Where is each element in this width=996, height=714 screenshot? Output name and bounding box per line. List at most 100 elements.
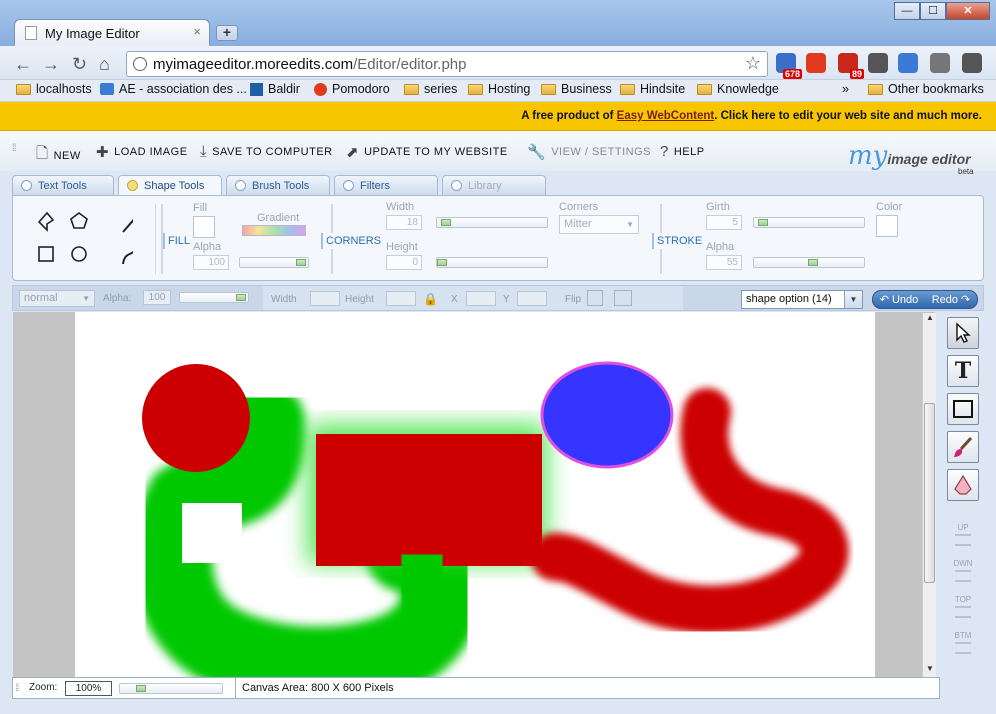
bookmark-star-icon[interactable]: ☆ [745, 53, 761, 74]
tab-brush-tools[interactable]: Brush Tools [226, 175, 330, 195]
corner-height-field[interactable]: 0 [386, 255, 422, 270]
girth-field[interactable]: 5 [706, 215, 742, 230]
browser-tab[interactable]: My Image Editor × [14, 19, 210, 46]
flip-vertical-icon[interactable] [614, 290, 632, 306]
menu-save-to-computer[interactable]: ⤓ SAVE TO COMPUTER [200, 143, 333, 160]
stroke-alpha-slider[interactable] [753, 257, 865, 268]
corner-width-slider[interactable] [436, 217, 548, 228]
lock-icon[interactable]: 🔒 [423, 292, 438, 306]
slider-knob[interactable] [758, 219, 768, 226]
fill-color-swatch[interactable] [193, 216, 215, 238]
zoom-field[interactable]: 100% [65, 681, 112, 696]
corner-width-field[interactable]: 18 [386, 215, 422, 230]
circle-shape-icon[interactable] [71, 246, 87, 262]
polygon-shape-icon[interactable] [37, 211, 55, 232]
rectangle-tool-icon[interactable] [947, 393, 979, 425]
close-window-button[interactable]: ✕ [946, 2, 990, 20]
scroll-up-icon[interactable]: ▲ [924, 313, 936, 326]
white-square-shape[interactable] [182, 503, 242, 563]
drawing-canvas[interactable] [75, 312, 875, 677]
curve-shape-icon[interactable] [122, 246, 133, 265]
bookmark-item[interactable]: series [404, 82, 457, 96]
menu-new[interactable]: 🗋 NEW [36, 143, 81, 168]
menu-load-image[interactable]: ✚ LOAD IMAGE [96, 143, 188, 161]
maximize-button[interactable]: ☐ [920, 2, 946, 20]
tab-text-tools[interactable]: Text Tools [12, 175, 114, 195]
address-bar[interactable]: myimageeditor.moreedits.com/Editor/edito… [126, 51, 768, 77]
flip-horizontal-icon[interactable] [587, 290, 603, 306]
line-shape-icon[interactable] [122, 216, 133, 233]
eraser-tool-icon[interactable] [947, 469, 979, 501]
bookmark-item[interactable]: localhosts [16, 82, 92, 96]
zoom-slider[interactable] [119, 683, 223, 694]
gear-icon[interactable] [868, 53, 888, 73]
redo-button[interactable]: Redo ↷ [932, 293, 971, 306]
gmail-icon[interactable]: 89 [838, 53, 864, 79]
menu-view-settings[interactable]: 🔧 VIEW / SETTINGS [527, 143, 651, 161]
stroke-color-swatch[interactable] [876, 215, 898, 237]
blue-ellipse-shape[interactable] [540, 361, 674, 469]
slider-knob[interactable] [441, 219, 451, 226]
slider-knob[interactable] [236, 294, 246, 301]
corners-select[interactable]: Mitter ▼ [559, 215, 639, 234]
alpha-slider[interactable] [179, 292, 249, 303]
tomato-icon[interactable] [806, 53, 826, 73]
reload-icon[interactable]: ↻ [72, 54, 87, 75]
layer-up-button[interactable]: UP [947, 519, 979, 551]
layer-dwn-button[interactable]: DWN [947, 555, 979, 587]
square-shape-icon[interactable] [38, 246, 54, 262]
select-arrow-icon[interactable] [947, 317, 979, 349]
fill-alpha-field[interactable]: 100 [193, 255, 229, 270]
minimize-button[interactable]: — [894, 2, 920, 20]
bookmark-item[interactable]: Business [541, 82, 612, 96]
stroke-alpha-field[interactable]: 55 [706, 255, 742, 270]
tab-shape-tools[interactable]: Shape Tools [118, 175, 222, 195]
bookmark-item[interactable]: Baldir [250, 82, 300, 96]
corner-height-slider[interactable] [436, 257, 548, 268]
bookmark-item[interactable]: Knowledge [697, 82, 779, 96]
bookmark-item[interactable]: Hindsite [620, 82, 685, 96]
blend-mode-select[interactable]: normal ▼ [19, 290, 95, 307]
home-icon[interactable]: ⌂ [99, 54, 110, 75]
menu-update-to-my-website[interactable]: ⬈ UPDATE TO MY WEBSITE [346, 143, 508, 161]
fill-alpha-slider[interactable] [239, 257, 309, 268]
undo-button[interactable]: ↶ Undo [880, 293, 919, 306]
bookmarks-overflow-icon[interactable]: » [842, 82, 849, 96]
window-icon[interactable] [898, 53, 918, 73]
slider-knob[interactable] [808, 259, 818, 266]
fill-section-button[interactable]: FILL [163, 233, 194, 249]
menu-help[interactable]: ? HELP [660, 143, 705, 160]
scroll-down-icon[interactable]: ▼ [924, 664, 936, 677]
new-tab-button[interactable]: + [216, 25, 238, 41]
girth-slider[interactable] [753, 217, 865, 228]
back-icon[interactable]: ← [14, 54, 32, 75]
text-tool-icon[interactable]: T [947, 355, 979, 387]
shape-option-select[interactable]: shape option (14) ▼ [741, 290, 863, 309]
red-circle-shape[interactable] [142, 364, 250, 472]
alpha-field[interactable]: 100 [143, 290, 171, 305]
scroll-thumb[interactable] [924, 403, 935, 583]
tab-close-icon[interactable]: × [193, 24, 201, 39]
gradient-picker[interactable] [242, 225, 306, 236]
canvas-vertical-scrollbar[interactable]: ▲ ▼ [922, 313, 936, 677]
slider-knob[interactable] [296, 259, 306, 266]
brush-tool-icon[interactable] [947, 431, 979, 463]
slider-knob[interactable] [136, 685, 146, 692]
other-bookmarks[interactable]: Other bookmarks [868, 82, 984, 96]
x-field[interactable] [466, 291, 496, 306]
bookmark-item[interactable]: Pomodoro [314, 82, 390, 96]
slider-knob[interactable] [437, 259, 447, 266]
pentagon-shape-icon[interactable] [70, 212, 88, 229]
printer-icon[interactable] [930, 53, 950, 73]
y-field[interactable] [517, 291, 547, 306]
stroke-section-button[interactable]: STROKE [652, 233, 706, 249]
forward-icon[interactable]: → [42, 54, 60, 75]
rss-icon[interactable]: 678 [776, 53, 802, 79]
tab-library[interactable]: Library [442, 175, 546, 195]
height-field[interactable] [386, 291, 416, 306]
here-link[interactable]: here [751, 110, 775, 122]
tab-filters[interactable]: Filters [334, 175, 438, 195]
corners-section-button[interactable]: CORNERS [321, 233, 385, 249]
layer-top-button[interactable]: TOP [947, 591, 979, 623]
bookmark-item[interactable]: AE - association des ... [100, 82, 247, 96]
